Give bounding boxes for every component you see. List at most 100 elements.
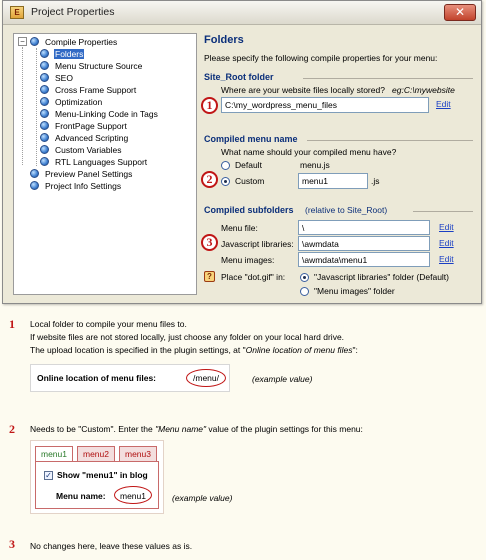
menu-images-edit-link[interactable]: Edit <box>439 254 454 264</box>
tab-menu1[interactable]: menu1 <box>35 446 73 462</box>
close-button[interactable]: ✕ <box>444 4 476 21</box>
tree-item-preview-panel-settings[interactable]: Preview Panel Settings <box>30 168 133 180</box>
menu-images-input[interactable]: \awmdata\menu1 <box>298 252 430 267</box>
menu-file-label: Menu file: <box>221 223 258 233</box>
site-root-question: Where are your website files locally sto… <box>221 85 385 95</box>
tree-line <box>36 48 37 166</box>
explanation-1-line-3: The upload location is specified in the … <box>30 344 358 357</box>
explanation-1-line-1: Local folder to compile your menu files … <box>30 319 187 329</box>
dot-gif-menu-images-label: "Menu images" folder <box>314 286 395 296</box>
explanation-2-text: Needs to be "Custom". Enter the "Menu na… <box>30 423 363 436</box>
collapse-expander-icon[interactable]: − <box>18 37 27 46</box>
gear-icon <box>40 85 49 94</box>
explanation-3-number: 3 <box>9 537 15 551</box>
tree-item-label: Custom Variables <box>55 145 122 155</box>
js-libraries-edit-link[interactable]: Edit <box>439 238 454 248</box>
tree-item-project-info-settings[interactable]: Project Info Settings <box>30 180 122 192</box>
marker-2: 2 <box>201 171 218 188</box>
default-name-label: Default <box>235 160 262 170</box>
tree-item-optimization[interactable]: Optimization <box>40 96 103 108</box>
online-location-label: Online location of menu files: <box>37 373 157 383</box>
tree-item-label: SEO <box>55 73 73 83</box>
explanation-2-post: value of the plugin settings for this me… <box>206 424 363 434</box>
custom-name-radio[interactable] <box>221 177 230 186</box>
gear-icon <box>40 109 49 118</box>
custom-name-input[interactable]: menu1 <box>298 173 368 189</box>
subfolders-section-title: Compiled subfolders <box>204 205 294 215</box>
tree-item-label: Advanced Scripting <box>55 133 129 143</box>
site-root-section-title: Site_Root folder <box>204 72 274 82</box>
explanation-1-number: 1 <box>9 317 15 331</box>
menu-name-label: Menu name: <box>56 491 106 501</box>
tree-item-advanced-scripting[interactable]: Advanced Scripting <box>40 132 129 144</box>
js-libraries-label: Javascript libraries: <box>221 239 294 249</box>
gear-icon <box>40 49 49 58</box>
default-name-radio[interactable] <box>221 161 230 170</box>
section-divider <box>413 211 473 212</box>
js-libraries-input[interactable]: \awmdata <box>298 236 430 251</box>
tree-item-label: Menu-Linking Code in Tags <box>55 109 158 119</box>
menu-images-label: Menu images: <box>221 255 275 265</box>
tree-item-label: Preview Panel Settings <box>45 169 133 179</box>
gear-icon <box>30 181 39 190</box>
tree-item-menu-structure-source[interactable]: Menu Structure Source <box>40 60 143 72</box>
tab-menu3[interactable]: menu3 <box>119 446 157 461</box>
tab-panel: ✓ Show "menu1" in blog Menu name: menu1 <box>35 461 159 509</box>
dot-gif-menu-images-radio[interactable] <box>300 287 309 296</box>
compiled-name-section-title: Compiled menu name <box>204 134 298 144</box>
custom-name-extension: .js <box>371 176 380 186</box>
title-bar[interactable]: E Project Properties ✕ <box>3 1 481 25</box>
dot-gif-js-libraries-radio[interactable] <box>300 273 309 282</box>
marker-3: 3 <box>201 234 218 251</box>
gear-icon <box>40 121 49 130</box>
help-icon[interactable]: ? <box>204 271 215 282</box>
gear-icon <box>30 37 39 46</box>
place-dot-gif-label: Place "dot.gif" in: <box>221 272 286 282</box>
explanation-1-line-3-pre: The upload location is specified in the … <box>30 345 246 355</box>
explanation-2-pre: Needs to be "Custom". Enter the <box>30 424 156 434</box>
gear-icon <box>40 73 49 82</box>
explanation-1-line-3-post: ": <box>352 345 358 355</box>
gear-icon <box>40 61 49 70</box>
tree-item-compile-properties[interactable]: Compile Properties <box>30 36 118 48</box>
site-root-edit-link[interactable]: Edit <box>436 99 451 109</box>
gear-icon <box>40 133 49 142</box>
tree-item-menu-linking-code[interactable]: Menu-Linking Code in Tags <box>40 108 159 120</box>
tree-item-label: Project Info Settings <box>45 181 122 191</box>
gear-icon <box>40 157 49 166</box>
tab-menu2[interactable]: menu2 <box>77 446 115 461</box>
example-note-1: (example value) <box>252 374 313 384</box>
compiled-name-question: What name should your compiled menu have… <box>221 147 397 157</box>
menu-file-input[interactable]: \ <box>298 220 430 235</box>
tree-line <box>22 47 23 165</box>
explanation-2-number: 2 <box>9 422 15 436</box>
dot-gif-js-libraries-label: "Javascript libraries" folder (Default) <box>314 272 449 282</box>
tree-item-frontpage-support[interactable]: FrontPage Support <box>40 120 128 132</box>
show-in-blog-label: Show "menu1" in blog <box>57 470 148 480</box>
gear-icon <box>40 97 49 106</box>
section-divider <box>303 78 473 79</box>
show-in-blog-checkbox[interactable]: ✓ <box>44 471 53 480</box>
custom-name-label: Custom <box>235 176 265 186</box>
menu-file-edit-link[interactable]: Edit <box>439 222 454 232</box>
tree-item-cross-frame-support[interactable]: Cross Frame Support <box>40 84 137 96</box>
tree-item-folders[interactable]: Folders <box>40 48 85 60</box>
tree-item-custom-variables[interactable]: Custom Variables <box>40 144 122 156</box>
highlight-ellipse <box>114 486 152 504</box>
gear-icon <box>30 169 39 178</box>
tree-item-rtl-languages-support[interactable]: RTL Languages Support <box>40 156 148 168</box>
site-root-input[interactable]: C:\my_wordpress_menu_files <box>221 97 429 113</box>
tree-item-label: Menu Structure Source <box>55 61 143 71</box>
explanation-1-line-3-em: Online location of menu files <box>245 345 353 355</box>
explanation-1-text: Local folder to compile your menu files … <box>30 318 358 357</box>
tree-item-label: FrontPage Support <box>55 121 127 131</box>
default-name-value: menu.js <box>300 160 330 170</box>
panel-intro: Please specify the following compile pro… <box>204 53 438 63</box>
tree-item-label: Compile Properties <box>45 37 118 47</box>
tree-item-seo[interactable]: SEO <box>40 72 74 84</box>
highlight-ellipse <box>186 369 226 387</box>
explanation-3-text: No changes here, leave these values as i… <box>30 541 193 551</box>
site-root-example: eg:C:\mywebsite <box>392 85 455 95</box>
tree-item-label: RTL Languages Support <box>55 157 148 167</box>
marker-1: 1 <box>201 97 218 114</box>
